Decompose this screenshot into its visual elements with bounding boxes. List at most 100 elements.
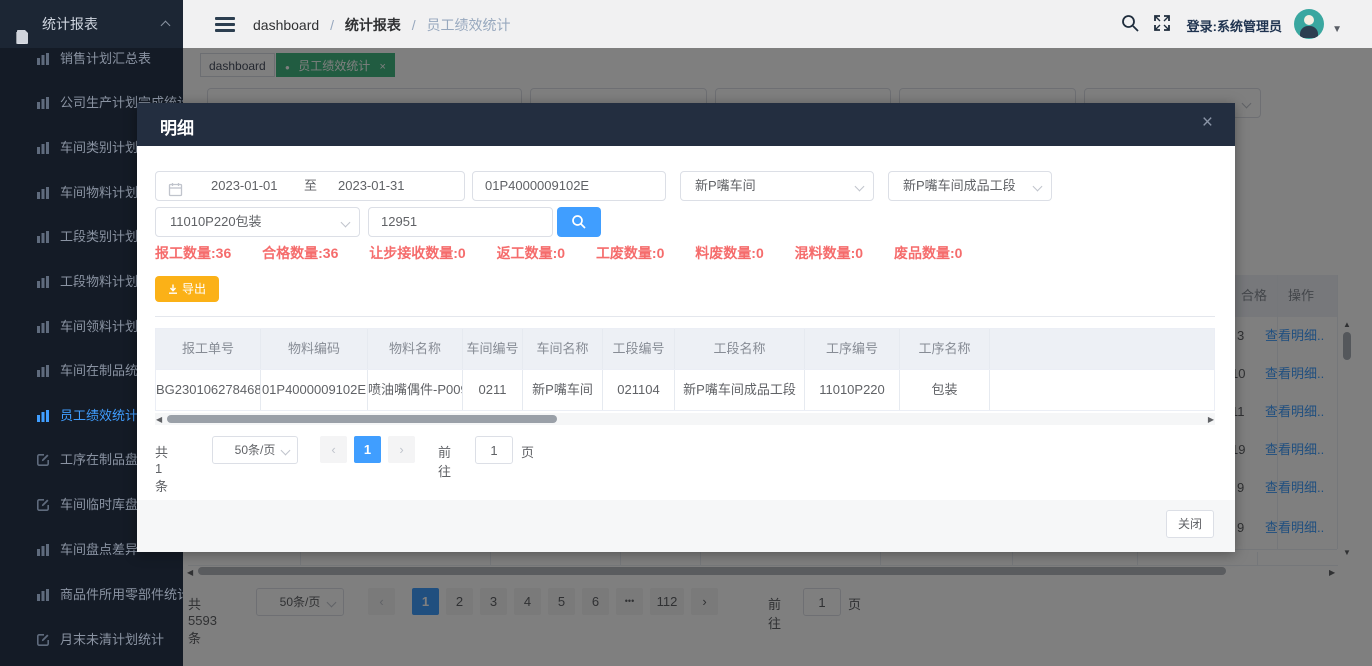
chevron-up-icon (161, 21, 171, 31)
sidebar-item-label: 车间盘点差异 (60, 540, 138, 560)
cell-report-no: BG230106278468 (156, 370, 261, 410)
chevron-down-icon (281, 446, 291, 456)
divider (155, 316, 1215, 317)
cell-process-name: 包装 (900, 370, 990, 410)
sidebar-item-label: 车间领料计划 (60, 317, 138, 337)
export-button[interactable]: 导出 (155, 276, 219, 302)
detail-modal: 明细 × 2023-01-01 至 2023-01-31 新P嘴车间 新P嘴车间… (137, 103, 1235, 552)
close-button[interactable]: 关闭 (1166, 510, 1214, 538)
bar-chart-icon (36, 588, 50, 602)
stat-reported: 报工数量:36 (155, 245, 231, 261)
cell-workshop-no: 0211 (463, 370, 523, 410)
stat-work-scrap: 工废数量:0 (596, 245, 664, 261)
bar-chart-icon (36, 275, 50, 289)
bar-chart-icon (36, 543, 50, 557)
sidebar-item-label: 车间类别计划 (60, 138, 138, 158)
breadcrumb-dashboard[interactable]: dashboard (253, 17, 319, 33)
sidebar-menu-statistics[interactable]: 统计报表 (0, 0, 183, 48)
stat-rework: 返工数量:0 (497, 245, 565, 261)
section-select[interactable]: 新P嘴车间成品工段 (888, 171, 1052, 201)
stat-mixed: 混料数量:0 (795, 245, 863, 261)
sidebar-item-label: 员工绩效统计 (60, 406, 138, 426)
col-process-name: 工序名称 (900, 329, 990, 369)
col-material-code: 物料编码 (261, 329, 368, 369)
material-code-input[interactable] (473, 173, 665, 199)
table-scrollbar-thumb[interactable] (167, 415, 557, 423)
export-label: 导出 (182, 282, 206, 296)
date-separator: 至 (304, 172, 317, 200)
summary-stats: 报工数量:36 合格数量:36 让步接收数量:0 返工数量:0 工废数量:0 料… (155, 243, 989, 263)
sidebar-item-label: 车间临时库盘 (60, 495, 138, 515)
prev-page-button[interactable]: ‹ (320, 436, 347, 463)
bar-chart-icon (36, 320, 50, 334)
detail-table-header: 报工单号 物料编码 物料名称 车间编号 车间名称 工段编号 工段名称 工序编号 … (156, 329, 1214, 369)
cell-section-name: 新P嘴车间成品工段 (675, 370, 805, 410)
col-material-name: 物料名称 (368, 329, 463, 369)
bar-chart-icon (36, 96, 50, 110)
breadcrumb: dashboard / 统计报表 / 员工绩效统计 (253, 15, 511, 35)
cell-material-name: 喷油嘴偶件-P009 (368, 370, 463, 410)
edit-icon (36, 498, 50, 512)
edit-icon (36, 633, 50, 647)
workshop-select[interactable]: 新P嘴车间 (680, 171, 874, 201)
fullscreen-icon[interactable] (1152, 13, 1174, 35)
cell-material-code: 01P4000009102E (261, 370, 368, 410)
col-workshop-no: 车间编号 (463, 329, 523, 369)
stat-waste: 废品数量:0 (894, 245, 962, 261)
bar-chart-icon (36, 141, 50, 155)
employee-no-input[interactable] (369, 209, 552, 235)
sidebar-item-product-parts[interactable]: 商品件所用零部件统计 (0, 585, 183, 605)
chevron-down-icon (855, 182, 865, 192)
date-range-picker[interactable]: 2023-01-01 至 2023-01-31 (155, 171, 465, 201)
goto-page-input[interactable] (475, 436, 513, 464)
close-icon[interactable]: × (1202, 112, 1213, 134)
col-report-no: 报工单号 (156, 329, 261, 369)
avatar[interactable] (1294, 9, 1324, 39)
material-code-input-wrap (472, 171, 666, 201)
edit-icon (36, 453, 50, 467)
page-unit: 页 (521, 442, 534, 461)
stat-concession: 让步接收数量:0 (369, 245, 465, 261)
search-icon[interactable] (1120, 13, 1142, 35)
sidebar-item-month-end-unsettled[interactable]: 月末未清计划统计 (0, 630, 183, 650)
cell-process-no: 11010P220 (805, 370, 900, 410)
process-value: 11010P220包装 (170, 208, 262, 236)
menu-title: 统计报表 (42, 0, 98, 48)
caret-down-icon[interactable]: ▼ (1332, 24, 1342, 35)
page-size-select[interactable]: 50条/页 (212, 436, 298, 464)
breadcrumb-current: 员工绩效统计 (427, 17, 511, 33)
top-navbar: dashboard / 统计报表 / 员工绩效统计 登录:系统管理员 ▼ (183, 0, 1372, 48)
cell-section-no: 021104 (603, 370, 675, 410)
hamburger-icon[interactable] (215, 14, 235, 34)
scroll-right-icon[interactable]: ▶ (1208, 415, 1214, 424)
col-process-no: 工序编号 (805, 329, 900, 369)
date-start[interactable]: 2023-01-01 (211, 172, 278, 200)
date-end[interactable]: 2023-01-31 (338, 172, 405, 200)
next-page-button[interactable]: › (388, 436, 415, 463)
scroll-left-icon[interactable]: ◀ (156, 415, 162, 424)
sidebar-item-label: 工段物料计划 (60, 272, 138, 292)
sidebar-item-sales-plan[interactable]: 销售计划汇总表 (0, 49, 183, 69)
search-button[interactable] (557, 207, 601, 237)
chevron-down-icon (1033, 182, 1043, 192)
bar-chart-icon (36, 364, 50, 378)
stat-qualified: 合格数量:36 (262, 245, 338, 261)
sidebar-item-label: 工序在制品盘 (60, 450, 138, 470)
col-section-no: 工段编号 (603, 329, 675, 369)
table-scrollbar-track: ◀ ▶ (155, 413, 1215, 425)
breadcrumb-statistics[interactable]: 统计报表 (345, 17, 401, 33)
col-section-name: 工段名称 (675, 329, 805, 369)
section-value: 新P嘴车间成品工段 (903, 172, 1016, 200)
table-row[interactable]: BG230106278468 01P4000009102E 喷油嘴偶件-P009… (156, 369, 1214, 410)
sidebar-item-label: 商品件所用零部件统计 (60, 585, 183, 605)
login-user-label: 登录:系统管理员 (1187, 16, 1282, 35)
workshop-value: 新P嘴车间 (695, 172, 756, 200)
bar-chart-icon (36, 52, 50, 66)
modal-header: 明细 × (137, 103, 1235, 146)
bar-chart-icon (36, 186, 50, 200)
page-button-1[interactable]: 1 (354, 436, 381, 463)
bar-chart-icon (36, 230, 50, 244)
detail-table: 报工单号 物料编码 物料名称 车间编号 车间名称 工段编号 工段名称 工序编号 … (155, 328, 1215, 411)
cell-workshop-name: 新P嘴车间 (523, 370, 603, 410)
process-select[interactable]: 11010P220包装 (155, 207, 360, 237)
